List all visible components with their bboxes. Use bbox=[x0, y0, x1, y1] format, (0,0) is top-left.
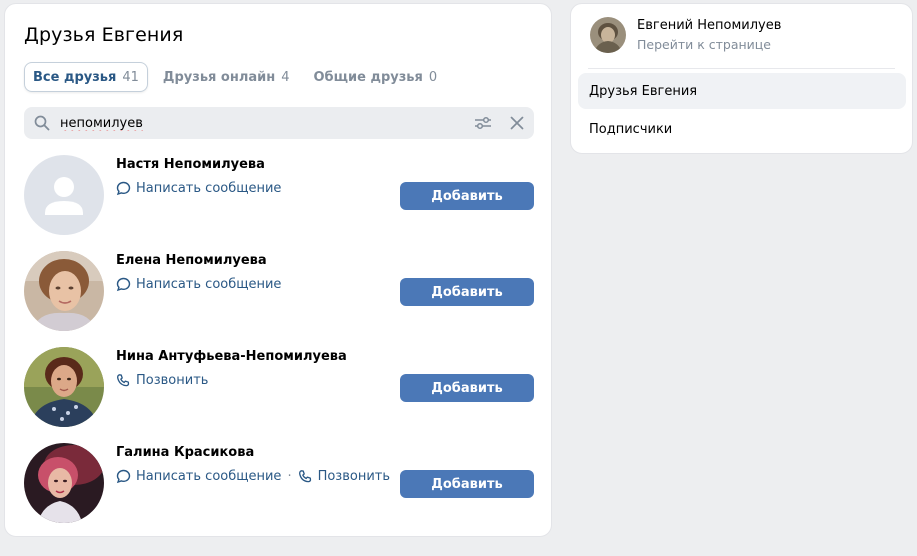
call-link[interactable]: Позвонить bbox=[298, 469, 390, 484]
friend-row: Нина Антуфьева-Непомилуева Позвонить Доб… bbox=[24, 347, 534, 429]
profile-avatar[interactable] bbox=[590, 17, 626, 53]
filter-icon[interactable] bbox=[466, 107, 500, 139]
friend-name[interactable]: Галина Красикова bbox=[116, 445, 254, 460]
search-bar bbox=[24, 107, 534, 139]
write-message-link[interactable]: Написать сообщение bbox=[116, 277, 281, 292]
friend-actions: Позвонить bbox=[116, 373, 208, 388]
call-link[interactable]: Позвонить bbox=[116, 373, 208, 388]
tab-all-friends[interactable]: Все друзья 41 bbox=[24, 62, 148, 92]
friend-name[interactable]: Нина Антуфьева-Непомилуева bbox=[116, 349, 347, 364]
message-icon bbox=[116, 277, 131, 292]
phone-icon bbox=[117, 374, 130, 387]
friends-tabs: Все друзья 41 Друзья онлайн 4 Общие друз… bbox=[24, 62, 452, 92]
add-friend-button[interactable]: Добавить bbox=[400, 278, 534, 306]
profile-name[interactable]: Евгений Непомилуев bbox=[637, 18, 781, 33]
profile-link-block[interactable]: Евгений Непомилуев Перейти к странице bbox=[590, 17, 781, 53]
message-icon bbox=[116, 181, 131, 196]
friend-row: Настя Непомилуева Написать сообщение Доб… bbox=[24, 155, 534, 237]
add-friend-button[interactable]: Добавить bbox=[400, 470, 534, 498]
clear-icon[interactable] bbox=[500, 107, 534, 139]
phone-icon bbox=[298, 470, 311, 483]
tab-count: 0 bbox=[428, 69, 438, 85]
avatar[interactable] bbox=[24, 155, 104, 235]
avatar[interactable] bbox=[24, 251, 104, 331]
action-label: Позвонить bbox=[317, 469, 391, 484]
tab-count: 41 bbox=[122, 69, 139, 85]
search-icon bbox=[24, 115, 60, 131]
divider bbox=[588, 68, 895, 69]
friend-row: Елена Непомилуева Написать сообщение Доб… bbox=[24, 251, 534, 333]
action-label: Написать сообщение bbox=[136, 469, 282, 484]
friends-card: Друзья Евгения Все друзья 41 Друзья онла… bbox=[4, 3, 552, 537]
tab-label: Общие друзья bbox=[313, 69, 423, 85]
avatar[interactable] bbox=[24, 347, 104, 427]
menu-item-followers[interactable]: Подписчики bbox=[578, 111, 906, 147]
tab-count: 4 bbox=[281, 69, 290, 85]
separator-dot: · bbox=[287, 469, 292, 484]
avatar[interactable] bbox=[24, 443, 104, 523]
message-icon bbox=[116, 469, 131, 484]
friend-name[interactable]: Елена Непомилуева bbox=[116, 253, 267, 268]
action-label: Написать сообщение bbox=[136, 277, 282, 292]
friend-actions: Написать сообщение bbox=[116, 181, 281, 196]
friend-actions: Написать сообщение bbox=[116, 277, 281, 292]
go-to-page-link[interactable]: Перейти к странице bbox=[637, 37, 781, 52]
write-message-link[interactable]: Написать сообщение bbox=[116, 181, 281, 196]
friend-row: Галина Красикова Написать сообщение · По… bbox=[24, 443, 534, 525]
action-label: Написать сообщение bbox=[136, 181, 282, 196]
tab-label: Все друзья bbox=[33, 69, 117, 85]
write-message-link[interactable]: Написать сообщение bbox=[116, 469, 281, 484]
page-title: Друзья Евгения bbox=[24, 24, 184, 46]
friend-actions: Написать сообщение · Позвонить bbox=[116, 469, 390, 484]
side-menu-card: Евгений Непомилуев Перейти к странице Др… bbox=[570, 3, 913, 154]
tab-label: Друзья онлайн bbox=[162, 69, 276, 85]
tab-mutual-friends[interactable]: Общие друзья 0 bbox=[305, 62, 447, 92]
add-friend-button[interactable]: Добавить bbox=[400, 374, 534, 402]
add-friend-button[interactable]: Добавить bbox=[400, 182, 534, 210]
tab-friends-online[interactable]: Друзья онлайн 4 bbox=[154, 62, 299, 92]
search-input[interactable] bbox=[60, 115, 466, 131]
profile-text: Евгений Непомилуев Перейти к странице bbox=[637, 18, 781, 52]
action-label: Позвонить bbox=[136, 373, 209, 388]
menu-item-friends[interactable]: Друзья Евгения bbox=[578, 73, 906, 109]
friend-name[interactable]: Настя Непомилуева bbox=[116, 157, 265, 172]
